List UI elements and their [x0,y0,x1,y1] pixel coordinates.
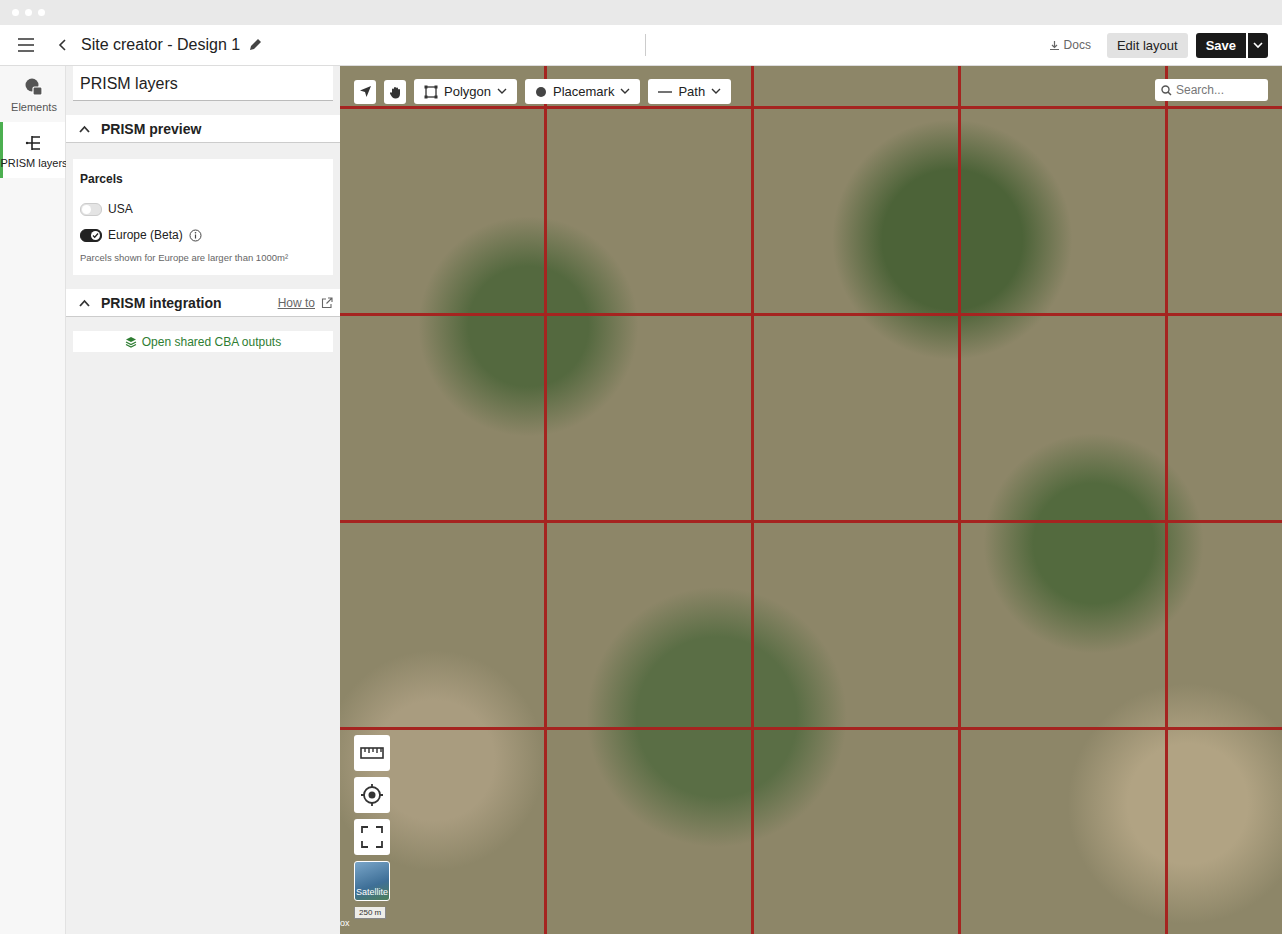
target-icon [360,783,384,807]
path-icon [658,90,672,94]
geolocate-button[interactable] [354,777,390,813]
chevron-down-icon [1253,42,1263,49]
edit-layout-button[interactable]: Edit layout [1107,33,1188,58]
docs-link[interactable]: Docs [1045,34,1095,56]
map-attribution[interactable]: ox [340,918,350,928]
map-search[interactable] [1155,79,1268,101]
download-icon [1049,40,1060,51]
polygon-icon [424,85,438,99]
navigation-arrow-icon [359,85,372,98]
toggle-row: USA [80,200,326,218]
ruler-icon [360,746,384,760]
side-rail: Elements PRISM layers [0,66,66,934]
layers-icon [24,133,44,153]
toggle-row: Europe (Beta) [80,226,326,244]
chevron-up-icon [79,125,90,133]
parcels-note: Parcels shown for Europe are larger than… [80,252,326,263]
toggle-knob [91,231,100,240]
window-dot[interactable] [12,9,19,16]
stack-icon [125,336,137,348]
section-header[interactable]: PRISM preview [66,115,340,143]
scale-bar: 250 m [354,907,386,919]
external-link-icon[interactable] [321,297,333,309]
chevron-up-icon [79,299,90,307]
rail-item[interactable]: Elements [0,66,65,122]
group-label: Parcels [80,172,326,186]
draw-tool-dropdown[interactable]: Polygon [414,79,517,104]
rail-item[interactable]: PRISM layers [0,122,65,178]
map-controls: Satellite 250 m [354,735,390,919]
map-toolbar: Polygon Placemark Path [354,79,731,104]
window-dot[interactable] [38,9,45,16]
chevron-down-icon [711,88,721,95]
satellite-imagery [340,66,1282,934]
open-cba-button[interactable]: Open shared CBA outputs [73,331,333,352]
save-button[interactable]: Save [1196,33,1246,58]
app: Site creator - Design 1 Docs Edit layout… [0,0,1282,934]
design-title: Site creator - Design 1 [81,36,240,54]
how-to-link[interactable]: How to [278,296,315,310]
section-header[interactable]: PRISM integration How to [66,289,340,317]
window-dot[interactable] [25,9,32,16]
top-bar: Site creator - Design 1 Docs Edit layout… [0,25,1282,66]
placemark-icon [535,86,547,98]
toggle-switch[interactable] [80,203,102,216]
divider [645,34,646,56]
draw-tool-dropdown[interactable]: Path [648,79,731,104]
fullscreen-icon [361,826,383,848]
measure-button[interactable] [354,735,390,771]
shapes-icon [24,77,44,97]
save-dropdown[interactable] [1248,33,1268,58]
workspace: Elements PRISM layers PRISM layers PRISM… [0,66,1282,934]
toggle-switch[interactable] [80,229,102,242]
check-icon [92,232,99,239]
fullscreen-button[interactable] [354,819,390,855]
back-icon[interactable] [58,38,68,52]
basemap-switcher[interactable]: Satellite [354,861,390,901]
locate-button[interactable] [354,80,376,104]
map[interactable]: Polygon Placemark Path Satellite 250 m o… [340,66,1282,934]
hand-icon [389,85,402,99]
chevron-down-icon [497,88,507,95]
pan-button[interactable] [384,80,406,104]
panel-title: PRISM layers [73,66,333,101]
search-input[interactable] [1176,83,1262,97]
chevron-down-icon [620,88,630,95]
toggle-knob [82,205,91,214]
layers-panel: PRISM layers PRISM preview Parcels USA E… [66,66,340,934]
search-icon [1161,85,1172,96]
pencil-icon[interactable] [248,38,262,52]
info-icon[interactable] [189,229,202,242]
save-group: Save [1196,33,1268,58]
menu-icon[interactable] [17,38,35,52]
draw-tool-dropdown[interactable]: Placemark [525,79,640,104]
window-chrome [0,0,1282,25]
parcels-card: Parcels USA Europe (Beta) Parcels shown … [73,159,333,275]
